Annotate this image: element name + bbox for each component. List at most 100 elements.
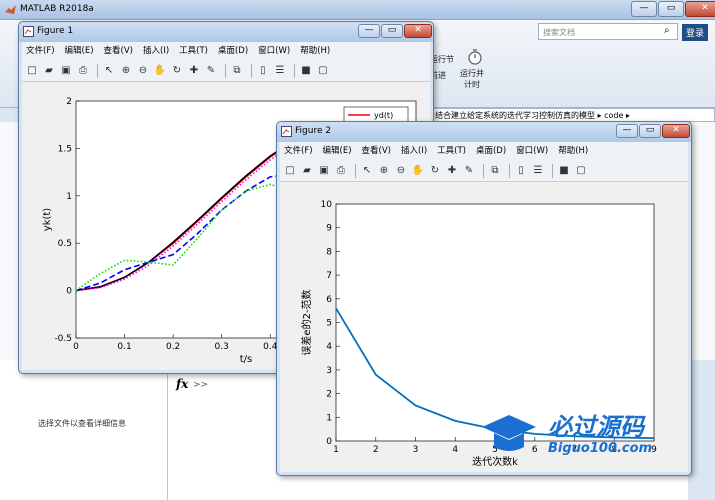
figure1-menubar: 文件(F) 编辑(E) 查看(V) 插入(I) 工具(T) 桌面(D) 窗口(W… xyxy=(22,42,430,60)
y-tick-label: 0 xyxy=(326,437,332,447)
menu-view[interactable]: 查看(V) xyxy=(104,42,133,60)
y-tick-label: 1 xyxy=(66,192,72,202)
close-button[interactable]: ✕ xyxy=(685,1,715,17)
minimize-button[interactable]: — xyxy=(631,1,657,17)
brush-icon[interactable]: ✎ xyxy=(204,64,218,78)
open-icon[interactable]: ▰ xyxy=(42,64,56,78)
figure1-window-controls: — ▭ ✕ xyxy=(357,24,432,40)
figure2-maximize-button[interactable]: ▭ xyxy=(639,124,661,138)
link-plot-icon[interactable]: ⧉ xyxy=(230,64,244,78)
rotate-icon[interactable]: ↻ xyxy=(170,64,184,78)
hide-tools-icon[interactable]: ■ xyxy=(557,164,571,178)
stopwatch-icon[interactable] xyxy=(466,48,484,66)
print-icon[interactable]: ⎙ xyxy=(334,164,348,178)
menu-file[interactable]: 文件(F) xyxy=(284,142,313,160)
brush-icon[interactable]: ✎ xyxy=(462,164,476,178)
figure1-titlebar: Figure 1 — ▭ ✕ xyxy=(19,22,433,42)
menu-tools[interactable]: 工具(T) xyxy=(179,42,208,60)
pan-icon[interactable]: ✋ xyxy=(411,164,425,178)
y-tick-label: 0 xyxy=(66,287,72,297)
menu-file[interactable]: 文件(F) xyxy=(26,42,55,60)
legend-label: yd(t) xyxy=(374,111,393,120)
y-tick-label: 1 xyxy=(326,413,332,423)
figure2-titlebar: Figure 2 — ▭ ✕ xyxy=(277,122,691,142)
menu-view[interactable]: 查看(V) xyxy=(362,142,391,160)
rotate-icon[interactable]: ↻ xyxy=(428,164,442,178)
menu-help[interactable]: 帮助(H) xyxy=(558,142,588,160)
pointer-icon[interactable]: ↖ xyxy=(102,64,116,78)
watermark: 必过源码 Biguo100.com xyxy=(478,405,698,465)
link-plot-icon[interactable]: ⧉ xyxy=(488,164,502,178)
search-icon[interactable]: ⌕ xyxy=(664,25,670,36)
main-window-controls: — ▭ ✕ xyxy=(630,1,715,17)
new-figure-icon[interactable]: □ xyxy=(25,64,39,78)
menu-desktop[interactable]: 桌面(D) xyxy=(476,142,506,160)
menu-window[interactable]: 窗口(W) xyxy=(258,42,290,60)
y-tick-label: 9 xyxy=(326,224,332,234)
menu-edit[interactable]: 编辑(E) xyxy=(65,42,94,60)
figure2-title: Figure 2 xyxy=(295,126,332,136)
main-titlebar: MATLAB R2018a — ▭ ✕ xyxy=(0,0,715,20)
maximize-button[interactable]: ▭ xyxy=(658,1,684,17)
save-icon[interactable]: ▣ xyxy=(317,164,331,178)
figure1-title: Figure 1 xyxy=(37,26,74,36)
login-button[interactable]: 登录 xyxy=(682,24,709,41)
new-figure-icon[interactable]: □ xyxy=(283,164,297,178)
colorbar-icon[interactable]: ▯ xyxy=(514,164,528,178)
zoom-out-icon[interactable]: ⊖ xyxy=(136,64,150,78)
show-tools-icon[interactable]: ▢ xyxy=(316,64,330,78)
toolbar-separator xyxy=(97,63,98,78)
figure2-close-button[interactable]: ✕ xyxy=(662,124,690,138)
data-cursor-icon[interactable]: ✚ xyxy=(187,64,201,78)
y-tick-label: 6 xyxy=(326,295,332,305)
fx-icon[interactable]: fx xyxy=(176,377,188,391)
y-tick-label: 7 xyxy=(326,271,332,281)
x-axis-label: t/s xyxy=(240,354,253,365)
y-tick-label: 4 xyxy=(326,342,332,352)
show-tools-icon[interactable]: ▢ xyxy=(574,164,588,178)
figure1-toolbar: □ ▰ ▣ ⎙ ↖ ⊕ ⊖ ✋ ↻ ✚ ✎ ⧉ ▯ ☰ ■ ▢ xyxy=(22,60,430,82)
command-prompt: >> xyxy=(193,380,209,390)
menu-insert[interactable]: 插入(I) xyxy=(401,142,427,160)
zoom-out-icon[interactable]: ⊖ xyxy=(394,164,408,178)
y-axis-label: 误差e的2-范数 xyxy=(300,289,313,355)
toolbar-separator xyxy=(225,63,226,78)
figure1-close-button[interactable]: ✕ xyxy=(404,24,432,38)
menu-tools[interactable]: 工具(T) xyxy=(437,142,466,160)
print-icon[interactable]: ⎙ xyxy=(76,64,90,78)
y-tick-label: -0.5 xyxy=(54,334,72,344)
figure-icon xyxy=(23,26,34,37)
figure1-maximize-button[interactable]: ▭ xyxy=(381,24,403,38)
figure2-minimize-button[interactable]: — xyxy=(616,124,638,138)
hide-tools-icon[interactable]: ■ xyxy=(299,64,313,78)
matlab-logo-icon xyxy=(5,5,16,14)
current-folder-path[interactable]: 结合建立给定系统的迭代学习控制仿真的模型 ▸ code ▸ xyxy=(430,108,715,122)
y-tick-label: 1.5 xyxy=(58,144,72,154)
x-tick-label: 0.3 xyxy=(215,342,229,352)
legend-icon[interactable]: ☰ xyxy=(273,64,287,78)
legend-icon[interactable]: ☰ xyxy=(531,164,545,178)
main-title: MATLAB R2018a xyxy=(20,4,94,14)
menu-window[interactable]: 窗口(W) xyxy=(516,142,548,160)
toolbar-separator xyxy=(355,163,356,178)
figure1-minimize-button[interactable]: — xyxy=(358,24,380,38)
menu-desktop[interactable]: 桌面(D) xyxy=(218,42,248,60)
menu-insert[interactable]: 插入(I) xyxy=(143,42,169,60)
colorbar-icon[interactable]: ▯ xyxy=(256,64,270,78)
ribbon-run-time[interactable]: 运行并 计时 xyxy=(460,68,484,90)
pointer-icon[interactable]: ↖ xyxy=(360,164,374,178)
y-tick-label: 2 xyxy=(66,97,72,107)
menu-help[interactable]: 帮助(H) xyxy=(300,42,330,60)
toolbar-separator xyxy=(294,63,295,78)
search-input[interactable]: 搜索文档 xyxy=(538,23,678,40)
pan-icon[interactable]: ✋ xyxy=(153,64,167,78)
figure2-toolbar: □ ▰ ▣ ⎙ ↖ ⊕ ⊖ ✋ ↻ ✚ ✎ ⧉ ▯ ☰ ■ ▢ xyxy=(280,160,688,182)
save-icon[interactable]: ▣ xyxy=(59,64,73,78)
zoom-in-icon[interactable]: ⊕ xyxy=(377,164,391,178)
data-cursor-icon[interactable]: ✚ xyxy=(445,164,459,178)
zoom-in-icon[interactable]: ⊕ xyxy=(119,64,133,78)
open-icon[interactable]: ▰ xyxy=(300,164,314,178)
menu-edit[interactable]: 编辑(E) xyxy=(323,142,352,160)
x-tick-label: 2 xyxy=(373,445,379,455)
watermark-url: Biguo100.com xyxy=(548,441,653,456)
